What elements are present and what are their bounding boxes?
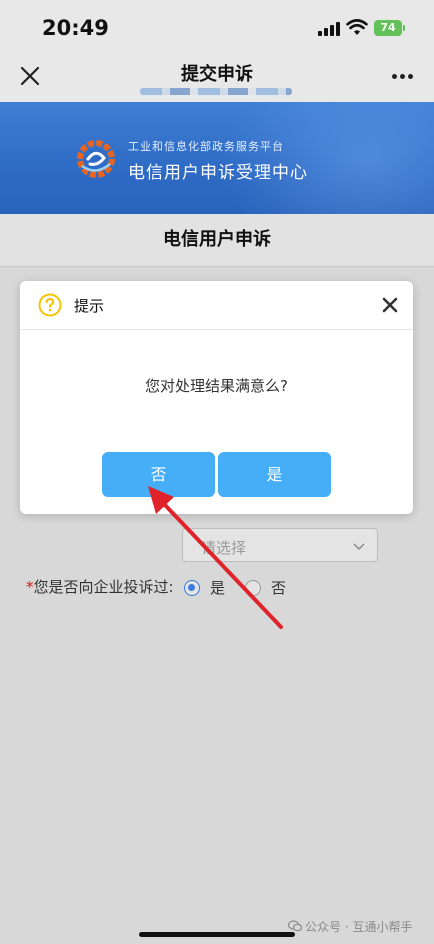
select-placeholder: 请选择 bbox=[201, 539, 247, 557]
status-time: 20:49 bbox=[42, 16, 109, 40]
status-bar: 20:49 74 bbox=[0, 0, 434, 52]
banner: 工业和信息化部政务服务平台 电信用户申诉受理中心 bbox=[0, 102, 434, 214]
category-select[interactable]: 请选择 bbox=[182, 528, 378, 562]
battery-icon: 74 bbox=[374, 20, 402, 36]
radio-no-label: 否 bbox=[271, 579, 287, 597]
no-button[interactable]: 否 bbox=[102, 452, 215, 497]
battery-tip bbox=[403, 25, 405, 31]
help-icon bbox=[38, 293, 62, 317]
watermark-text: 公众号 · 互通小帮手 bbox=[305, 920, 413, 934]
radio-yes[interactable] bbox=[184, 580, 200, 596]
dialog-close-icon[interactable] bbox=[382, 297, 398, 313]
signal-icon bbox=[318, 22, 340, 36]
wechat-icon bbox=[287, 920, 303, 932]
miit-logo-icon bbox=[77, 140, 115, 178]
nav-bar: 提交申诉 bbox=[0, 52, 434, 102]
dialog-title: 提示 bbox=[74, 297, 105, 315]
more-icon[interactable] bbox=[388, 66, 418, 86]
banner-subtitle: 工业和信息化部政务服务平台 bbox=[128, 140, 284, 153]
chevron-down-icon bbox=[353, 543, 365, 550]
complaint-label: 您是否向企业投诉过: bbox=[33, 578, 174, 596]
complaint-question-row: *您是否向企业投诉过: bbox=[26, 576, 174, 600]
nav-title: 提交申诉 bbox=[181, 64, 253, 85]
prompt-dialog: 提示 您对处理结果满意么? 否 是 bbox=[20, 281, 413, 514]
radio-no[interactable] bbox=[245, 580, 261, 596]
home-indicator[interactable] bbox=[139, 932, 295, 937]
watermark: 公众号 · 互通小帮手 bbox=[287, 918, 413, 935]
banner-title: 电信用户申诉受理中心 bbox=[128, 163, 308, 183]
required-mark: * bbox=[26, 578, 34, 596]
dialog-message: 您对处理结果满意么? bbox=[145, 377, 288, 395]
radio-yes-label: 是 bbox=[210, 579, 226, 597]
blurred-url bbox=[140, 88, 292, 95]
page-title: 电信用户申诉 bbox=[0, 214, 434, 267]
dialog-header: 提示 bbox=[20, 281, 413, 330]
wifi-icon bbox=[346, 19, 368, 35]
yes-button[interactable]: 是 bbox=[218, 452, 331, 497]
